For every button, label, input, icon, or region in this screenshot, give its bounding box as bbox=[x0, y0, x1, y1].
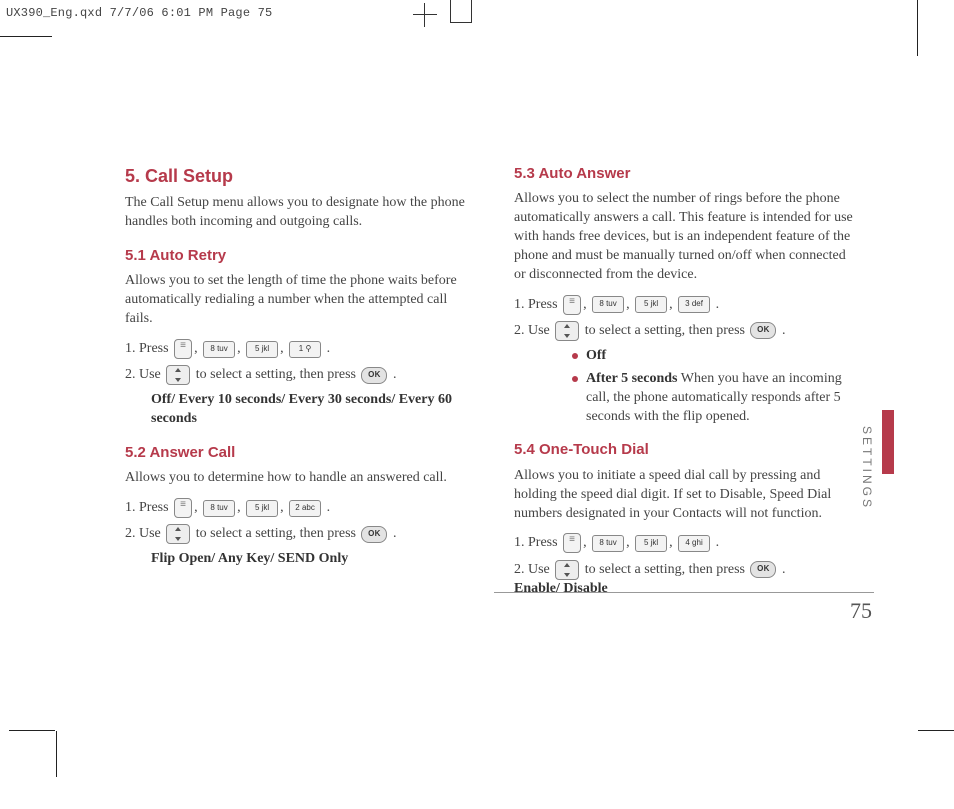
page-content: 5. Call Setup The Call Setup menu allows… bbox=[125, 164, 857, 605]
sep: , bbox=[280, 500, 287, 515]
options-auto-answer: Off After 5 seconds When you have an inc… bbox=[532, 347, 857, 427]
step-text: 1. Press bbox=[125, 341, 172, 356]
ok-key-icon: OK bbox=[361, 526, 387, 543]
sep: . bbox=[389, 367, 396, 382]
sep: , bbox=[669, 536, 676, 551]
step-text: to select a setting, then press bbox=[585, 323, 749, 338]
trim-mark bbox=[918, 730, 954, 731]
step-text: 1. Press bbox=[514, 536, 561, 551]
trim-mark bbox=[0, 36, 52, 37]
left-soft-key-icon bbox=[174, 498, 192, 518]
key-5-icon: 5 jkl bbox=[635, 296, 667, 313]
option-after-5s: After 5 seconds bbox=[586, 371, 678, 386]
sep: , bbox=[194, 500, 201, 515]
sep: , bbox=[237, 500, 244, 515]
ok-key-icon: OK bbox=[750, 322, 776, 339]
column-right: 5.3 Auto Answer Allows you to select the… bbox=[514, 164, 857, 605]
sep: , bbox=[669, 297, 676, 312]
key-8-icon: 8 tuv bbox=[592, 296, 624, 313]
sep: . bbox=[323, 500, 330, 515]
sep: , bbox=[280, 341, 287, 356]
left-soft-key-icon bbox=[174, 339, 192, 359]
step-text: 1. Press bbox=[514, 297, 561, 312]
nav-key-icon bbox=[555, 321, 579, 341]
list-item: After 5 seconds When you have an incomin… bbox=[572, 370, 857, 427]
key-8-icon: 8 tuv bbox=[203, 341, 235, 358]
left-soft-key-icon bbox=[563, 295, 581, 315]
sep: , bbox=[583, 536, 590, 551]
left-soft-key-icon bbox=[563, 533, 581, 553]
heading-one-touch-dial: 5.4 One-Touch Dial bbox=[514, 440, 857, 460]
step-text: 1. Press bbox=[125, 500, 172, 515]
desc-one-touch-dial: Allows you to initiate a speed dial call… bbox=[514, 467, 857, 524]
step-text: 2. Use bbox=[514, 323, 553, 338]
options-auto-retry: Off/ Every 10 seconds/ Every 30 seconds/… bbox=[151, 392, 452, 426]
step-1: 1. Press , 8 tuv, 5 jkl, 4 ghi . bbox=[514, 533, 857, 553]
sep: , bbox=[626, 536, 633, 551]
section-tab bbox=[882, 410, 894, 474]
step-1: 1. Press , 8 tuv, 5 jkl, 2 abc . bbox=[125, 498, 468, 518]
key-3-icon: 3 def bbox=[678, 296, 710, 313]
trim-mark bbox=[917, 0, 918, 56]
options-answer-call: Flip Open/ Any Key/ SEND Only bbox=[151, 551, 348, 566]
option-off: Off bbox=[586, 348, 606, 363]
page-number: 75 bbox=[850, 598, 872, 624]
intro-text: The Call Setup menu allows you to design… bbox=[125, 194, 468, 232]
print-slug: UX390_Eng.qxd 7/7/06 6:01 PM Page 75 bbox=[6, 6, 272, 20]
key-2-icon: 2 abc bbox=[289, 500, 321, 517]
heading-answer-call: 5.2 Answer Call bbox=[125, 443, 468, 463]
crop-notch-icon bbox=[450, 0, 472, 23]
nav-key-icon bbox=[166, 524, 190, 544]
step-text: to select a setting, then press bbox=[196, 526, 360, 541]
options-one-touch-dial: Enable/ Disable bbox=[514, 581, 608, 596]
sep: . bbox=[712, 536, 719, 551]
page-footer-rule bbox=[494, 592, 874, 593]
sep: , bbox=[626, 297, 633, 312]
key-5-icon: 5 jkl bbox=[246, 500, 278, 517]
heading-auto-retry: 5.1 Auto Retry bbox=[125, 246, 468, 266]
section-label: SETTINGS bbox=[860, 426, 874, 510]
key-5-icon: 5 jkl bbox=[635, 535, 667, 552]
sep: , bbox=[194, 341, 201, 356]
nav-key-icon bbox=[166, 365, 190, 385]
trim-mark bbox=[56, 731, 57, 777]
key-5-icon: 5 jkl bbox=[246, 341, 278, 358]
sep: . bbox=[778, 562, 785, 577]
trim-mark bbox=[9, 730, 55, 731]
step-2: 2. Use to select a setting, then press O… bbox=[125, 365, 468, 385]
desc-answer-call: Allows you to determine how to handle an… bbox=[125, 469, 468, 488]
desc-auto-retry: Allows you to set the length of time the… bbox=[125, 272, 468, 329]
list-item: Off bbox=[572, 347, 857, 366]
registration-cross-icon bbox=[413, 3, 437, 27]
step-text: 2. Use bbox=[125, 367, 164, 382]
ok-key-icon: OK bbox=[361, 367, 387, 384]
key-8-icon: 8 tuv bbox=[203, 500, 235, 517]
heading-call-setup: 5. Call Setup bbox=[125, 164, 468, 188]
column-left: 5. Call Setup The Call Setup menu allows… bbox=[125, 164, 468, 605]
step-text: 2. Use bbox=[125, 526, 164, 541]
heading-auto-answer: 5.3 Auto Answer bbox=[514, 164, 857, 184]
key-1-icon: 1 ⚲ bbox=[289, 341, 321, 358]
step-2: 2. Use to select a setting, then press O… bbox=[514, 321, 857, 341]
step-text: to select a setting, then press bbox=[585, 562, 749, 577]
sep: . bbox=[712, 297, 719, 312]
desc-auto-answer: Allows you to select the number of rings… bbox=[514, 190, 857, 284]
step-1: 1. Press , 8 tuv, 5 jkl, 3 def . bbox=[514, 295, 857, 315]
sep: , bbox=[583, 297, 590, 312]
key-4-icon: 4 ghi bbox=[678, 535, 710, 552]
step-text: 2. Use bbox=[514, 562, 553, 577]
key-8-icon: 8 tuv bbox=[592, 535, 624, 552]
sep: . bbox=[323, 341, 330, 356]
step-text: to select a setting, then press bbox=[196, 367, 360, 382]
sep: . bbox=[389, 526, 396, 541]
ok-key-icon: OK bbox=[750, 561, 776, 578]
sep: . bbox=[778, 323, 785, 338]
nav-key-icon bbox=[555, 560, 579, 580]
step-2: 2. Use to select a setting, then press O… bbox=[125, 524, 468, 544]
sep: , bbox=[237, 341, 244, 356]
step-1: 1. Press , 8 tuv, 5 jkl, 1 ⚲ . bbox=[125, 339, 468, 359]
